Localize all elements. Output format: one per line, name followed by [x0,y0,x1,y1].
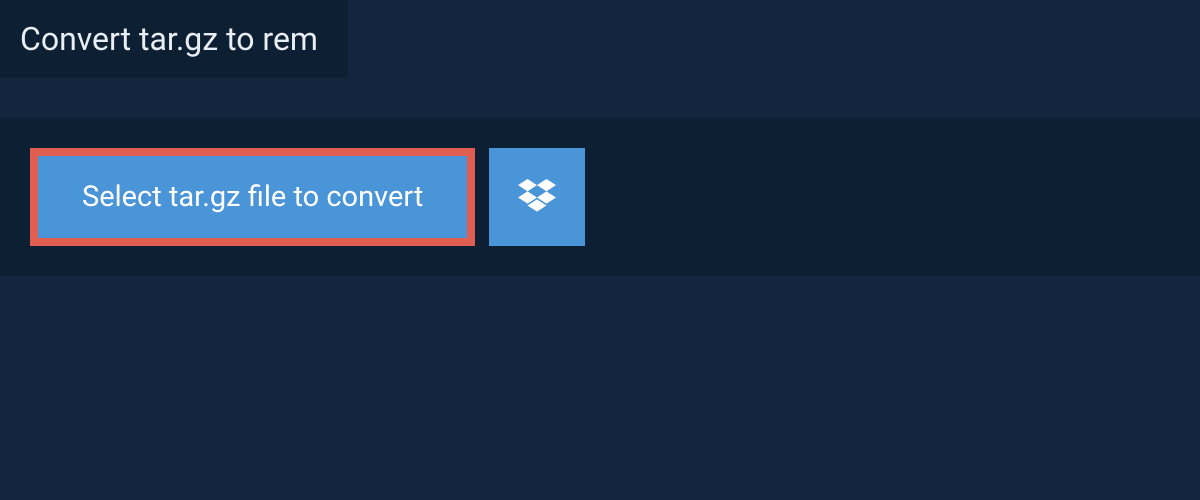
upload-panel: Select tar.gz file to convert [0,118,1200,276]
select-file-button[interactable]: Select tar.gz file to convert [30,148,475,246]
button-row: Select tar.gz file to convert [30,148,1170,246]
select-file-label: Select tar.gz file to convert [82,180,423,214]
dropbox-button[interactable] [489,148,585,246]
tab-header: Convert tar.gz to rem [0,0,348,78]
dropbox-icon [518,179,556,215]
page-title: Convert tar.gz to rem [20,20,318,58]
